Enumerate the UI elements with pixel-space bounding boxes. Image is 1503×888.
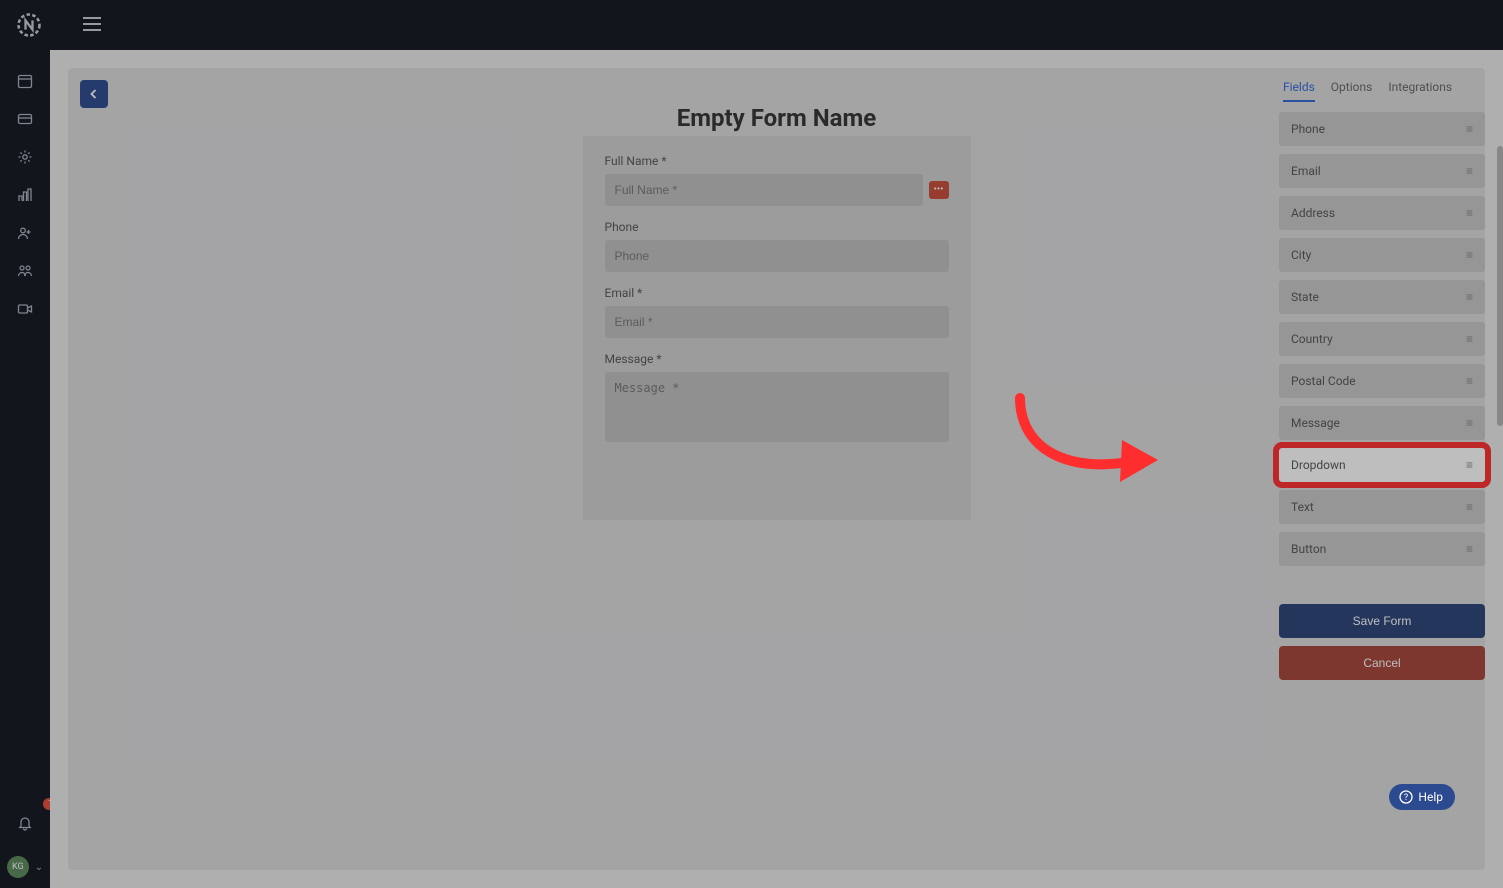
drag-handle-icon[interactable]: ≡ [1466,290,1473,304]
main-area: Empty Form Name Full Name * ••• Phone Email… [50,50,1503,888]
app-logo-icon [15,11,43,39]
drag-handle-icon[interactable]: ≡ [1466,122,1473,136]
form-title: Empty Form Name [68,104,1485,132]
form-field-message: Message * [605,352,949,446]
sidebar-nav-group[interactable] [0,252,50,290]
field-chip-country[interactable]: Country ≡ [1279,322,1485,356]
field-label: Full Name * [605,154,949,168]
sidebar-nav-settings[interactable] [0,138,50,176]
drag-handle-icon[interactable]: ≡ [1466,164,1473,178]
field-label: Phone [605,220,949,234]
more-icon: ••• [933,185,943,195]
drag-handle-icon[interactable]: ≡ [1466,500,1473,514]
form-field: Email * [605,286,949,338]
tab-integrations[interactable]: Integrations [1388,80,1452,102]
help-label: Help [1418,790,1443,804]
message-textarea[interactable] [605,372,949,442]
sidebar-nav-calendar[interactable] [0,62,50,100]
field-chip-label: City [1291,248,1311,262]
field-input[interactable] [605,306,949,338]
form-field: Full Name * ••• [605,154,949,206]
field-chip-label: Postal Code [1291,374,1356,388]
field-chip-label: Button [1291,542,1326,556]
right-panel: FieldsOptionsIntegrations Phone≡Email≡Ad… [1277,68,1487,870]
field-chip-dropdown[interactable]: Dropdown ≡ [1279,448,1485,482]
sidebar-nav-chart[interactable] [0,176,50,214]
scroll-thumb[interactable] [1497,146,1503,426]
tab-fields[interactable]: Fields [1283,80,1315,102]
field-chip-message[interactable]: Message ≡ [1279,406,1485,440]
drag-handle-icon[interactable]: ≡ [1466,248,1473,262]
field-chip-label: Email [1291,164,1321,178]
field-chip-address[interactable]: Address ≡ [1279,196,1485,230]
message-label: Message * [605,352,949,366]
field-chip-state[interactable]: State ≡ [1279,280,1485,314]
field-chip-label: Message [1291,416,1340,430]
drag-handle-icon[interactable]: ≡ [1466,206,1473,220]
field-chip-city[interactable]: City ≡ [1279,238,1485,272]
field-chip-phone[interactable]: Phone ≡ [1279,112,1485,146]
drag-handle-icon[interactable]: ≡ [1466,542,1473,556]
sidebar-nav-users[interactable] [0,214,50,252]
form-card: Full Name * ••• Phone Email * Message * [583,136,971,520]
tab-options[interactable]: Options [1331,80,1373,102]
field-chip-text[interactable]: Text ≡ [1279,490,1485,524]
topbar [0,0,1503,50]
user-menu[interactable]: KG ⌄ [7,856,43,878]
help-button[interactable]: ? Help [1389,784,1455,810]
field-more-button[interactable]: ••• [929,181,949,199]
field-chip-email[interactable]: Email ≡ [1279,154,1485,188]
field-chip-label: Dropdown [1291,458,1346,472]
field-chip-label: Text [1291,500,1314,514]
drag-handle-icon[interactable]: ≡ [1466,332,1473,346]
drag-handle-icon[interactable]: ≡ [1466,374,1473,388]
avatar: KG [7,856,29,878]
available-fields-list: Phone≡Email≡Address≡City≡State≡Country≡P… [1277,112,1487,566]
form-canvas: Empty Form Name Full Name * ••• Phone Email… [68,68,1485,870]
sidebar-nav-video[interactable] [0,290,50,328]
field-input[interactable] [605,174,923,206]
notifications-button[interactable]: 1 [0,804,50,842]
field-chip-label: Phone [1291,122,1325,136]
field-input[interactable] [605,240,949,272]
drag-handle-icon[interactable]: ≡ [1466,416,1473,430]
sidebar: 1 KG ⌄ [0,50,50,888]
chevron-down-icon: ⌄ [35,862,43,873]
drag-handle-icon[interactable]: ≡ [1466,458,1473,472]
form-field: Phone [605,220,949,272]
field-chip-postal-code[interactable]: Postal Code ≡ [1279,364,1485,398]
cancel-button[interactable]: Cancel [1279,646,1485,680]
field-label: Email * [605,286,949,300]
field-chip-label: State [1291,290,1319,304]
panel-tabs: Fields Options Integrations [1277,68,1487,112]
field-chip-label: Address [1291,206,1335,220]
svg-text:?: ? [1404,793,1408,803]
field-chip-label: Country [1291,332,1333,346]
sidebar-nav-card[interactable] [0,100,50,138]
save-form-button[interactable]: Save Form [1279,604,1485,638]
menu-toggle-icon[interactable] [83,16,101,35]
field-chip-button[interactable]: Button ≡ [1279,532,1485,566]
